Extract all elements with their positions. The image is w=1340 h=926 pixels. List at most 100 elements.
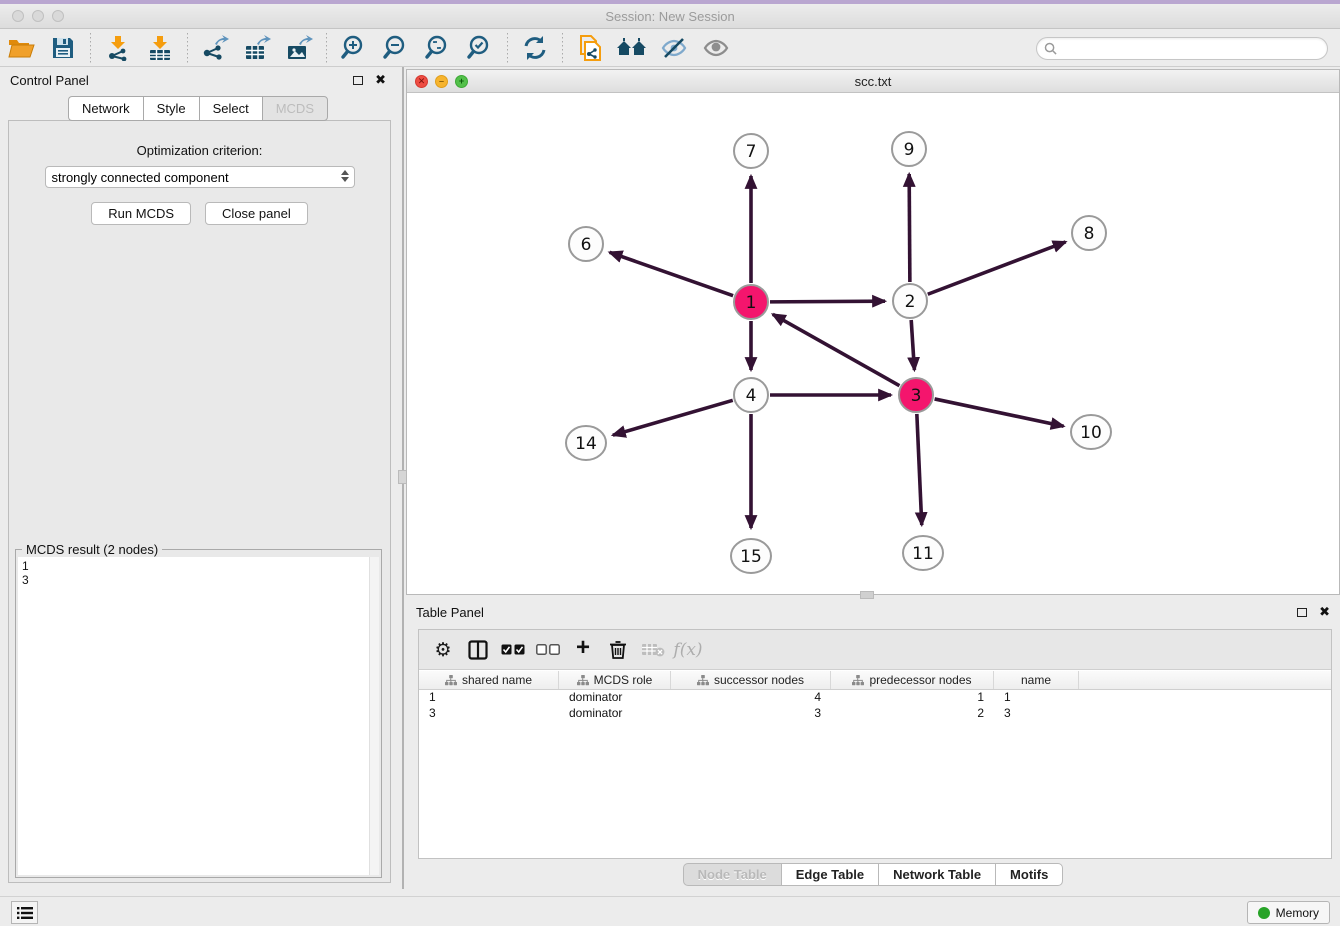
export-image-icon[interactable] bbox=[282, 33, 316, 63]
edge-3-1[interactable] bbox=[773, 314, 900, 385]
node-table[interactable]: shared nameMCDS rolesuccessor nodesprede… bbox=[419, 671, 1331, 858]
column-header-name[interactable]: name bbox=[994, 671, 1079, 689]
maximize-window-icon[interactable] bbox=[52, 10, 64, 22]
node-label-11: 11 bbox=[912, 544, 934, 564]
mcds-result-text[interactable]: 1 3 bbox=[18, 557, 369, 875]
edge-2-8[interactable] bbox=[928, 242, 1066, 294]
tab-edge-table[interactable]: Edge Table bbox=[781, 863, 878, 886]
column-header-shared-name[interactable]: shared name bbox=[419, 671, 559, 689]
tab-style[interactable]: Style bbox=[143, 96, 199, 121]
table-float-icon[interactable] bbox=[1297, 608, 1307, 617]
edge-2-3[interactable] bbox=[911, 320, 914, 370]
export-network-icon[interactable] bbox=[198, 33, 232, 63]
cell-1-name[interactable]: 1 bbox=[994, 690, 1079, 706]
tab-node-table[interactable]: Node Table bbox=[683, 863, 781, 886]
table-tabs: Node Table Edge Table Network Table Moti… bbox=[406, 863, 1340, 886]
refresh-icon[interactable] bbox=[518, 33, 552, 63]
result-scrollbar[interactable] bbox=[369, 557, 379, 875]
mcds-result-group: MCDS result (2 nodes) 1 3 bbox=[15, 549, 382, 878]
cell-1-predecessor-nodes[interactable]: 1 bbox=[831, 690, 994, 706]
mcds-result-title: MCDS result (2 nodes) bbox=[22, 542, 162, 557]
edge-4-14[interactable] bbox=[613, 400, 733, 435]
cell-2-shared-name[interactable]: 3 bbox=[419, 706, 559, 722]
table-panel: Table Panel ✖ ⚙ + bbox=[406, 599, 1340, 890]
memory-button[interactable]: Memory bbox=[1247, 901, 1330, 924]
copy-style-icon[interactable] bbox=[573, 33, 607, 63]
network-minimize-icon[interactable]: – bbox=[435, 75, 448, 88]
tab-mcds[interactable]: MCDS bbox=[262, 96, 328, 121]
status-bar: Memory bbox=[0, 896, 1340, 926]
select-all-checkboxes-icon[interactable] bbox=[499, 636, 527, 664]
network-canvas[interactable]: 7968124314101511 bbox=[407, 93, 1339, 594]
search-field[interactable] bbox=[1036, 37, 1328, 60]
delete-column-icon[interactable] bbox=[604, 636, 632, 664]
table-close-icon[interactable]: ✖ bbox=[1319, 604, 1330, 620]
tab-network-table[interactable]: Network Table bbox=[878, 863, 995, 886]
task-history-button[interactable] bbox=[11, 901, 38, 924]
show-all-icon[interactable] bbox=[699, 33, 733, 63]
float-panel-icon[interactable] bbox=[353, 76, 363, 85]
node-label-10: 10 bbox=[1080, 423, 1102, 443]
cell-2-name[interactable]: 3 bbox=[994, 706, 1079, 722]
list-icon bbox=[17, 906, 33, 920]
optimization-criterion-dropdown[interactable]: strongly connected component bbox=[45, 166, 355, 188]
zoom-out-icon[interactable] bbox=[379, 33, 413, 63]
edge-3-10[interactable] bbox=[935, 399, 1064, 426]
dropdown-stepper-icon bbox=[341, 170, 349, 182]
toolbar-separator bbox=[326, 33, 327, 63]
cell-1-MCDS-role[interactable]: dominator bbox=[559, 690, 671, 706]
control-panel-tabs: Network Style Select MCDS bbox=[0, 96, 396, 121]
column-header-successor-nodes[interactable]: successor nodes bbox=[671, 671, 831, 689]
table-settings-icon[interactable]: ⚙ bbox=[429, 636, 457, 664]
edge-1-2[interactable] bbox=[770, 301, 885, 302]
cell-2-successor-nodes[interactable]: 3 bbox=[671, 706, 831, 722]
hide-selected-icon[interactable] bbox=[657, 33, 691, 63]
cell-1-successor-nodes[interactable]: 4 bbox=[671, 690, 831, 706]
zoom-in-icon[interactable] bbox=[337, 33, 371, 63]
application-window: Session: New Session bbox=[0, 4, 1340, 926]
deselect-all-checkboxes-icon[interactable] bbox=[534, 636, 562, 664]
cell-2-predecessor-nodes[interactable]: 2 bbox=[831, 706, 994, 722]
open-file-icon[interactable] bbox=[4, 33, 38, 63]
export-table-icon[interactable] bbox=[240, 33, 274, 63]
network-maximize-icon[interactable]: + bbox=[455, 75, 468, 88]
import-table-icon[interactable] bbox=[143, 33, 177, 63]
network-view-window: ✕ – + scc.txt 7968124314101511 bbox=[406, 69, 1340, 595]
table-row-2[interactable]: 3dominator323 bbox=[419, 706, 1331, 722]
horizontal-splitter-grip[interactable] bbox=[860, 591, 874, 599]
cell-1-shared-name[interactable]: 1 bbox=[419, 690, 559, 706]
edge-2-9[interactable] bbox=[909, 174, 910, 282]
import-network-icon[interactable] bbox=[101, 33, 135, 63]
toolbar-separator bbox=[562, 33, 563, 63]
shared-column-icon bbox=[697, 675, 709, 686]
search-input[interactable] bbox=[1057, 40, 1327, 58]
close-panel-button[interactable]: Close panel bbox=[205, 202, 308, 225]
minimize-window-icon[interactable] bbox=[32, 10, 44, 22]
network-window-titlebar[interactable]: ✕ – + scc.txt bbox=[407, 70, 1339, 93]
table-row-1[interactable]: 1dominator411 bbox=[419, 690, 1331, 706]
close-panel-icon[interactable]: ✖ bbox=[375, 72, 386, 88]
close-window-icon[interactable] bbox=[12, 10, 24, 22]
tab-motifs[interactable]: Motifs bbox=[995, 863, 1063, 886]
cell-2-MCDS-role[interactable]: dominator bbox=[559, 706, 671, 722]
column-header-MCDS-role[interactable]: MCDS role bbox=[559, 671, 671, 689]
tab-network[interactable]: Network bbox=[68, 96, 143, 121]
edge-1-6[interactable] bbox=[610, 252, 733, 295]
column-selector-icon[interactable] bbox=[464, 636, 492, 664]
node-label-2: 2 bbox=[905, 292, 916, 312]
add-column-icon[interactable]: + bbox=[569, 636, 597, 664]
network-window-title: scc.txt bbox=[407, 74, 1339, 89]
edge-3-11[interactable] bbox=[917, 414, 922, 525]
save-session-icon[interactable] bbox=[46, 33, 80, 63]
tab-select[interactable]: Select bbox=[199, 96, 262, 121]
shared-column-icon bbox=[577, 675, 589, 686]
node-label-7: 7 bbox=[746, 142, 757, 162]
run-mcds-button[interactable]: Run MCDS bbox=[91, 202, 191, 225]
function-builder-icon[interactable]: f(x) bbox=[674, 636, 702, 664]
zoom-selected-icon[interactable] bbox=[463, 33, 497, 63]
column-header-predecessor-nodes[interactable]: predecessor nodes bbox=[831, 671, 994, 689]
first-neighbors-icon[interactable] bbox=[615, 33, 649, 63]
zoom-fit-icon[interactable] bbox=[421, 33, 455, 63]
network-close-icon[interactable]: ✕ bbox=[415, 75, 428, 88]
delete-table-icon[interactable] bbox=[639, 636, 667, 664]
